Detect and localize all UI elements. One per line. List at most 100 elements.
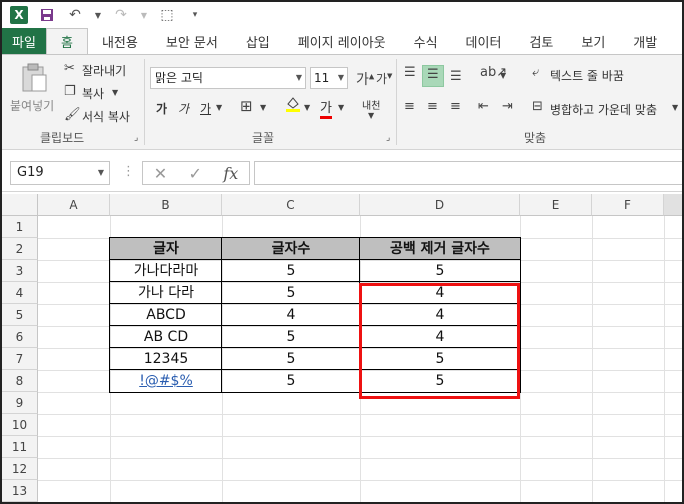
table-cell-c8[interactable]: 5	[222, 370, 360, 392]
table-cell-d4[interactable]: 4	[360, 282, 520, 304]
tab-data[interactable]: 데이터	[452, 28, 516, 54]
column-header-b[interactable]: B	[110, 194, 222, 216]
row-header-1[interactable]: 1	[2, 216, 38, 238]
fill-color-icon[interactable]	[284, 95, 302, 117]
table-cell-c5[interactable]: 4	[222, 304, 360, 326]
table-cell-c6[interactable]: 5	[222, 326, 360, 348]
insert-function-icon[interactable]: fx	[223, 164, 238, 183]
select-all-corner[interactable]	[2, 194, 38, 216]
cancel-icon[interactable]: ✕	[154, 164, 167, 183]
cut-button[interactable]: 잘라내기	[82, 62, 126, 79]
table-cell-b4[interactable]: 가나 다라	[110, 282, 222, 304]
phonetic-dropdown-icon[interactable]: ▼	[368, 111, 374, 120]
font-color-dropdown-icon[interactable]: ▼	[338, 103, 344, 112]
tab-private[interactable]: 내전용	[88, 28, 152, 54]
paste-icon[interactable]	[20, 63, 48, 97]
align-middle-icon[interactable]: ☰	[427, 67, 439, 82]
row-header-7[interactable]: 7	[2, 348, 38, 370]
formula-input[interactable]	[254, 161, 682, 185]
font-color-button[interactable]: 가	[320, 97, 332, 119]
wrap-text-icon[interactable]: ⤶	[532, 65, 539, 80]
table-cell-d6[interactable]: 4	[360, 326, 520, 348]
table-cell-b3[interactable]: 가나다라마	[110, 260, 222, 282]
tab-security-document[interactable]: 보안 문서	[152, 28, 232, 54]
table-header-cell-d2[interactable]: 공백 제거 글자수	[360, 238, 520, 260]
table-cell-d7[interactable]: 5	[360, 348, 520, 370]
underline-dropdown-icon[interactable]: ▼	[216, 103, 222, 112]
align-left-icon[interactable]: ≡	[404, 99, 415, 114]
format-painter-icon[interactable]: 🖌	[64, 107, 81, 122]
tab-developer[interactable]: 개발	[619, 28, 671, 54]
copy-button[interactable]: 복사	[82, 85, 104, 102]
confirm-icon[interactable]: ✓	[189, 164, 202, 183]
table-cell-d3[interactable]: 5	[360, 260, 520, 282]
table-cell-c7[interactable]: 5	[222, 348, 360, 370]
table-cell-b6[interactable]: AB CD	[110, 326, 222, 348]
row-header-6[interactable]: 6	[2, 326, 38, 348]
column-header-e[interactable]: E	[520, 194, 592, 216]
table-cell-b5[interactable]: ABCD	[110, 304, 222, 326]
decrease-font-icon[interactable]: 가▼	[376, 70, 392, 87]
select-objects-icon[interactable]: ⬚	[158, 6, 176, 24]
increase-indent-icon[interactable]: ⇥	[502, 99, 513, 114]
bold-button[interactable]: 가	[156, 100, 167, 117]
font-name-select[interactable]: 맑은 고딕 ▼	[150, 67, 306, 89]
font-launcher-icon[interactable]: ⌟	[386, 133, 390, 143]
tab-page-layout[interactable]: 페이지 레이아웃	[284, 28, 400, 54]
row-header-3[interactable]: 3	[2, 260, 38, 282]
row-header-10[interactable]: 10	[2, 414, 38, 436]
table-cell-c4[interactable]: 5	[222, 282, 360, 304]
tab-view[interactable]: 보기	[567, 28, 619, 54]
table-header-cell-b2[interactable]: 글자	[110, 238, 222, 260]
align-right-icon[interactable]: ≡	[450, 99, 461, 114]
border-dropdown-icon[interactable]: ▼	[260, 103, 266, 112]
row-header-13[interactable]: 13	[2, 480, 38, 502]
row-header-8[interactable]: 8	[2, 370, 38, 392]
table-cell-b8[interactable]: !@#$%	[110, 370, 222, 392]
align-bottom-icon[interactable]: ☰	[450, 69, 462, 84]
row-header-9[interactable]: 9	[2, 392, 38, 414]
underline-button[interactable]: 가	[200, 100, 211, 117]
tab-home[interactable]: 홈	[46, 28, 88, 54]
table-cell-c3[interactable]: 5	[222, 260, 360, 282]
name-box[interactable]: G19 ▼	[10, 161, 110, 185]
table-cell-d8[interactable]: 5	[360, 370, 520, 392]
align-top-icon[interactable]: ☰	[404, 65, 416, 80]
row-header-5[interactable]: 5	[2, 304, 38, 326]
font-size-select[interactable]: 11 ▼	[310, 67, 348, 89]
merge-center-button[interactable]: 병합하고 가운데 맞춤	[550, 101, 657, 118]
column-header-f[interactable]: F	[592, 194, 664, 216]
copy-icon[interactable]: ❐	[64, 84, 76, 99]
column-header-a[interactable]: A	[38, 194, 110, 216]
redo-icon[interactable]: ↷	[112, 6, 130, 24]
format-painter-button[interactable]: 서식 복사	[82, 108, 130, 125]
row-header-11[interactable]: 11	[2, 436, 38, 458]
table-cell-b7[interactable]: 12345	[110, 348, 222, 370]
redo-dropdown-icon[interactable]: ▼	[140, 6, 148, 24]
increase-font-icon[interactable]: 가▲	[356, 69, 374, 89]
column-header-d[interactable]: D	[360, 194, 520, 216]
customize-toolbar-icon[interactable]: ▾	[186, 6, 204, 24]
merge-center-icon[interactable]: ⊟	[532, 99, 543, 114]
row-header-2[interactable]: 2	[2, 238, 38, 260]
copy-dropdown-icon[interactable]: ▼	[112, 88, 118, 97]
cut-icon[interactable]: ✂	[64, 61, 75, 76]
undo-icon[interactable]: ↶	[66, 6, 84, 24]
tab-formulas[interactable]: 수식	[400, 28, 452, 54]
column-header-c[interactable]: C	[222, 194, 360, 216]
save-icon[interactable]	[38, 6, 56, 24]
paste-button[interactable]: 붙여넣기	[10, 97, 54, 114]
row-header-12[interactable]: 12	[2, 458, 38, 480]
undo-dropdown-icon[interactable]: ▼	[94, 6, 102, 24]
align-center-icon[interactable]: ≡	[427, 99, 438, 114]
clipboard-launcher-icon[interactable]: ⌟	[134, 133, 138, 143]
orientation-dropdown-icon[interactable]: ▼	[500, 71, 506, 80]
table-cell-d5[interactable]: 4	[360, 304, 520, 326]
phonetic-button[interactable]: 내천	[362, 97, 380, 112]
decrease-indent-icon[interactable]: ⇤	[478, 99, 489, 114]
italic-button[interactable]: 가	[178, 100, 189, 117]
wrap-text-button[interactable]: 텍스트 줄 바꿈	[550, 67, 624, 84]
column-header-g[interactable]	[664, 194, 682, 216]
table-header-cell-c2[interactable]: 글자수	[222, 238, 360, 260]
tab-file[interactable]: 파일	[2, 28, 46, 54]
